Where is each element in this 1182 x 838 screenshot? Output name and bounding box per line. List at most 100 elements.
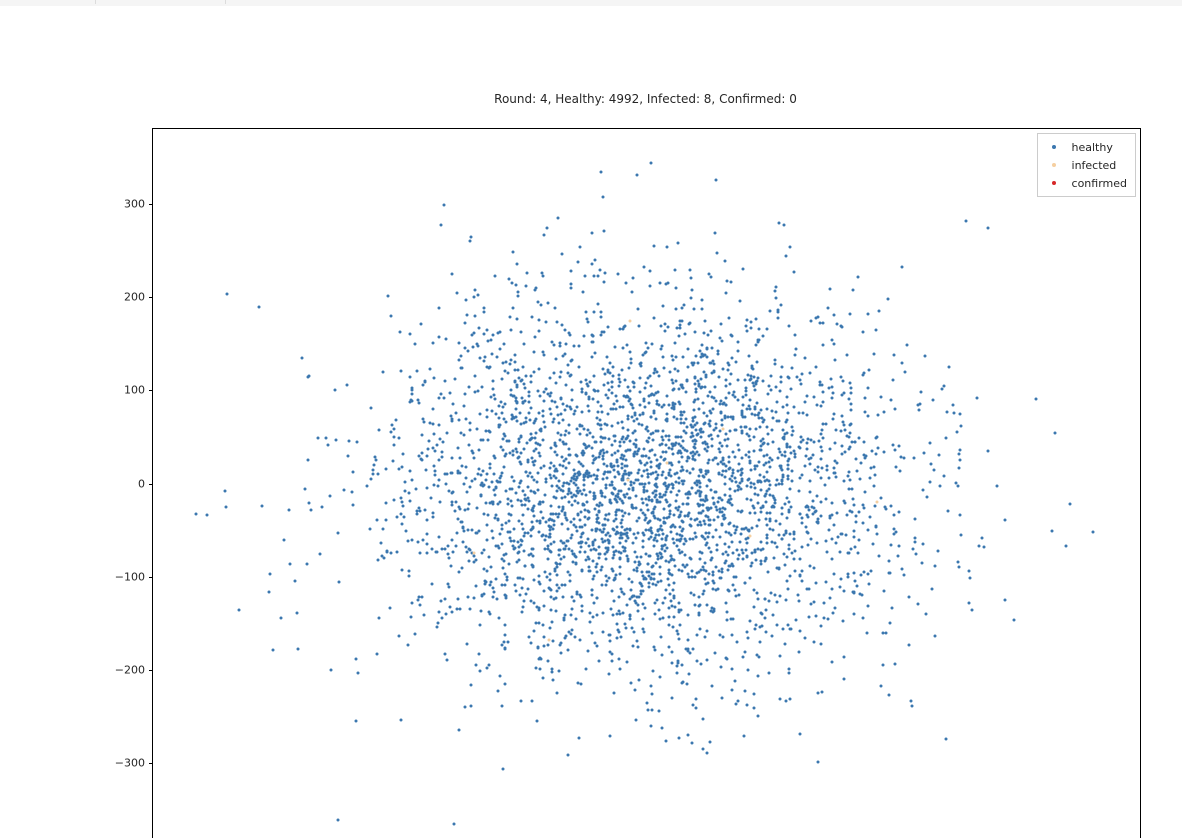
data-point xyxy=(636,173,639,176)
data-point xyxy=(439,599,442,602)
data-point xyxy=(606,325,609,328)
data-point xyxy=(685,682,688,685)
data-point xyxy=(813,396,816,399)
data-point xyxy=(710,395,713,398)
data-point xyxy=(759,507,762,510)
data-point xyxy=(834,476,837,479)
data-point xyxy=(421,384,424,387)
data-point xyxy=(557,421,560,424)
data-point xyxy=(749,511,752,514)
data-point xyxy=(498,348,501,351)
data-point xyxy=(681,503,684,506)
data-point xyxy=(489,580,492,583)
data-point xyxy=(728,383,731,386)
data-point xyxy=(415,370,418,373)
data-point xyxy=(1051,530,1054,533)
data-point xyxy=(619,406,622,409)
data-point xyxy=(694,452,697,455)
data-point xyxy=(467,560,470,563)
data-point xyxy=(496,690,499,693)
data-point xyxy=(546,558,549,561)
data-point xyxy=(655,599,658,602)
data-point xyxy=(730,540,733,543)
data-point xyxy=(777,457,780,460)
data-point xyxy=(441,450,444,453)
data-point xyxy=(612,599,615,602)
data-point xyxy=(593,602,596,605)
data-point xyxy=(563,433,566,436)
data-point xyxy=(655,540,658,543)
data-point xyxy=(589,611,592,614)
data-point xyxy=(690,517,693,520)
data-point xyxy=(532,461,535,464)
data-point xyxy=(480,484,483,487)
data-point xyxy=(583,335,586,338)
data-point xyxy=(693,375,696,378)
data-point xyxy=(545,226,548,229)
data-point xyxy=(678,319,681,322)
data-point xyxy=(584,551,587,554)
data-point xyxy=(612,578,615,581)
data-point xyxy=(653,577,656,580)
data-point xyxy=(840,430,843,433)
data-point xyxy=(531,521,534,524)
data-point xyxy=(491,586,494,589)
data-point xyxy=(896,555,899,558)
data-point xyxy=(743,582,746,585)
data-point xyxy=(758,656,761,659)
data-point xyxy=(659,580,662,583)
data-point xyxy=(663,403,666,406)
data-point xyxy=(746,542,749,545)
data-point xyxy=(622,327,625,330)
data-point xyxy=(541,624,544,627)
data-point xyxy=(706,604,709,607)
data-point xyxy=(503,641,506,644)
data-point xyxy=(671,486,674,489)
data-point xyxy=(591,529,594,532)
data-point xyxy=(904,371,907,374)
data-point xyxy=(739,540,742,543)
data-point xyxy=(558,562,561,565)
data-point xyxy=(662,366,665,369)
data-point xyxy=(688,472,691,475)
data-point xyxy=(470,236,473,239)
data-point xyxy=(701,718,704,721)
data-point xyxy=(589,431,592,434)
data-point xyxy=(533,350,536,353)
data-point xyxy=(542,465,545,468)
data-point xyxy=(596,478,599,481)
data-point xyxy=(515,419,518,422)
data-point xyxy=(635,506,638,509)
data-point xyxy=(682,542,685,545)
data-point xyxy=(638,468,641,471)
data-point xyxy=(682,387,685,390)
data-point xyxy=(782,405,785,408)
data-point xyxy=(697,614,700,617)
data-point xyxy=(890,544,893,547)
data-point xyxy=(716,544,719,547)
data-point xyxy=(569,270,572,273)
data-point xyxy=(852,613,855,616)
data-point xyxy=(664,596,667,599)
data-point xyxy=(616,525,619,528)
data-point xyxy=(948,366,951,369)
data-point xyxy=(551,678,554,681)
data-point xyxy=(508,520,511,523)
data-point xyxy=(652,669,655,672)
data-point xyxy=(722,553,725,556)
data-point xyxy=(379,542,382,545)
data-point xyxy=(654,602,657,605)
data-point xyxy=(695,391,698,394)
data-point xyxy=(591,446,594,449)
data-point xyxy=(647,498,650,501)
data-point xyxy=(647,554,650,557)
data-point xyxy=(725,445,728,448)
data-point xyxy=(675,307,678,310)
data-point xyxy=(426,486,429,489)
data-point xyxy=(699,520,702,523)
data-point xyxy=(555,573,558,576)
data-point xyxy=(703,561,706,564)
data-point xyxy=(848,398,851,401)
data-point xyxy=(521,522,524,525)
data-point xyxy=(679,451,682,454)
